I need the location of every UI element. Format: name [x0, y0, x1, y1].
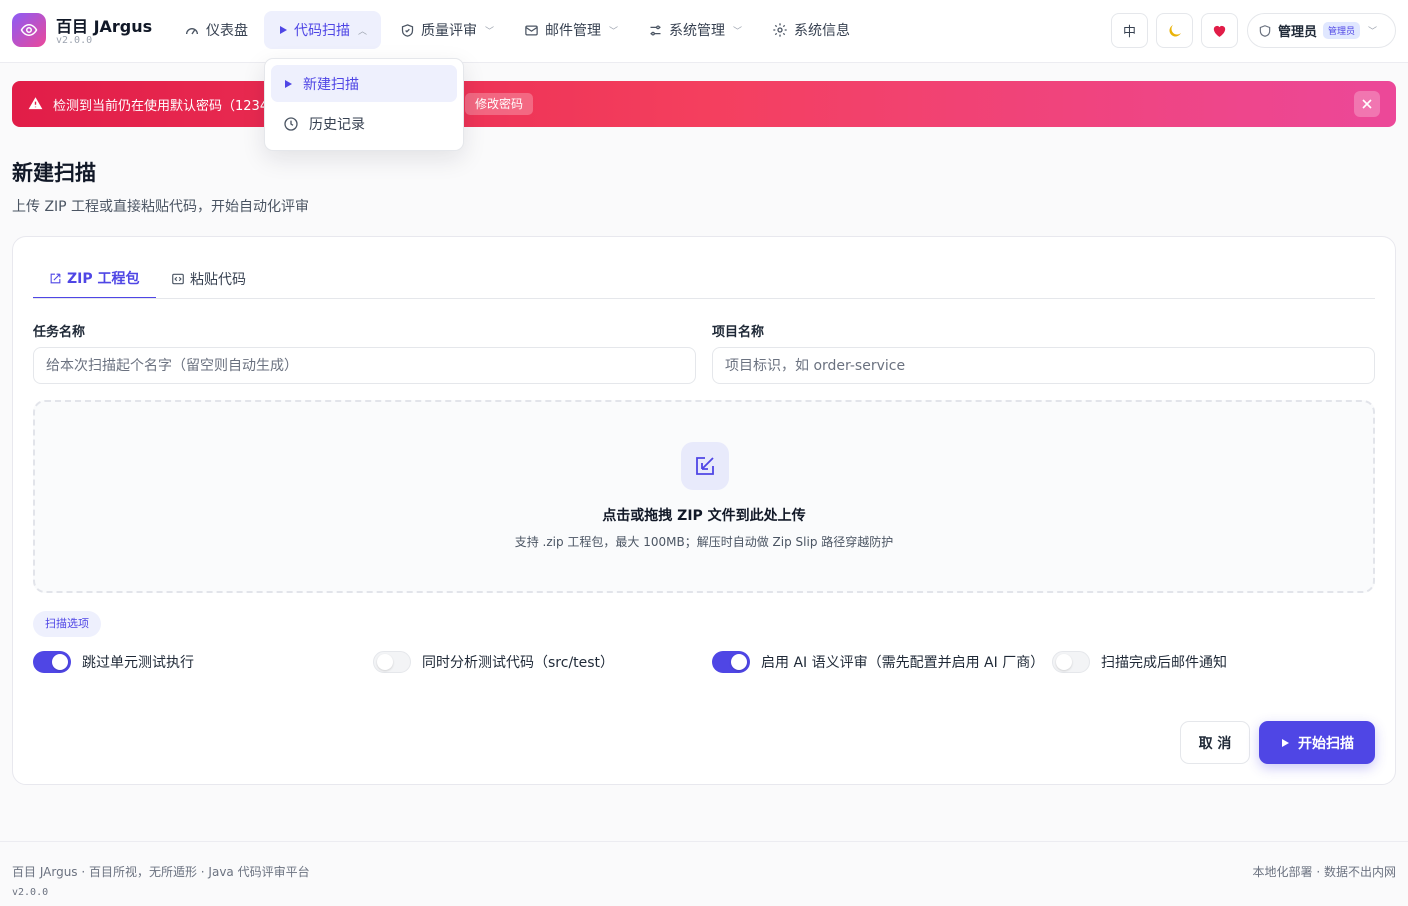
tabs-divider — [33, 298, 1375, 299]
logo-eye-icon[interactable] — [12, 13, 46, 47]
favorite-button[interactable] — [1201, 13, 1238, 48]
toggle-label: 启用 AI 语义评审（需先配置并启用 AI 厂商） — [761, 655, 1045, 671]
scan-options-badge: 扫描选项 — [33, 611, 101, 637]
alert-text: 检测到当前仍在使用默认密码（123456） — [53, 99, 265, 114]
gear-icon — [773, 23, 787, 37]
user-menu[interactable]: 管理员 管理员 ﹀ — [1247, 13, 1396, 48]
brand-version: v2.0.0 — [56, 35, 93, 46]
start-scan-label: 开始扫描 — [1298, 735, 1354, 752]
language-label: 中 — [1122, 25, 1136, 40]
nav-quality-review-label: 质量评审 — [421, 23, 477, 39]
task-name-input[interactable] — [33, 347, 696, 384]
page-title: 新建扫描 — [12, 161, 96, 185]
dropdown-item-label: 历史记录 — [309, 116, 365, 133]
nav-system-management-label: 系统管理 — [669, 23, 725, 39]
nav-dashboard-label: 仪表盘 — [206, 23, 248, 39]
gauge-icon — [186, 28, 198, 35]
task-name-label: 任务名称 — [33, 325, 86, 340]
project-name-input[interactable] — [712, 347, 1375, 384]
toggle-label: 跳过单元测试执行 — [82, 655, 194, 671]
upload-box-icon — [50, 273, 61, 283]
code-icon — [172, 273, 184, 285]
chevron-down-icon: ﹀ — [485, 26, 495, 37]
clock-icon — [284, 116, 298, 131]
toggle-ai-review[interactable]: 启用 AI 语义评审（需先配置并启用 AI 厂商） — [712, 650, 1044, 674]
sliders-icon — [650, 25, 661, 35]
tab-paste-code[interactable]: 粘贴代码 — [171, 259, 246, 299]
tab-zip-label: ZIP 工程包 — [67, 271, 140, 287]
nav-system-info-label: 系统信息 — [794, 23, 850, 39]
footer-divider — [0, 841, 1408, 842]
moon-icon — [1168, 24, 1181, 37]
mail-notify-switch[interactable] — [1052, 651, 1090, 673]
heart-icon — [1213, 25, 1226, 37]
brand-name: 百目 JArgus — [56, 17, 153, 36]
role-badge: 管理员 — [1323, 22, 1361, 39]
page-subtitle: 上传 ZIP 工程或直接粘贴代码，开始自动化评审 — [12, 199, 310, 215]
chevron-down-icon: ﹀ — [1368, 27, 1378, 37]
user-name: 管理员 — [1278, 25, 1318, 40]
code-scan-dropdown: 新建扫描 历史记录 — [264, 58, 464, 151]
toggle-analyze-tests[interactable]: 同时分析测试代码（src/test） — [373, 650, 614, 674]
footer-deploy-note: 本地化部署 · 数据不出内网 — [1252, 865, 1396, 879]
dropdown-item-new-scan[interactable]: 新建扫描 — [271, 65, 457, 102]
cancel-button[interactable]: 取 消 — [1180, 721, 1250, 764]
analyze-tests-switch[interactable] — [373, 651, 411, 673]
toggle-mail-notify[interactable]: 扫描完成后邮件通知 — [1052, 650, 1227, 674]
warning-icon — [28, 97, 43, 110]
footer-version: v2.0.0 — [12, 887, 49, 898]
toggle-label: 同时分析测试代码（src/test） — [422, 655, 615, 671]
footer-tagline: 百目 JArgus · 百目所视，无所遁形 · Java 代码评审平台 — [12, 865, 310, 879]
mail-icon — [525, 25, 538, 35]
chevron-down-icon: ﹀ — [733, 26, 743, 37]
toggle-label: 扫描完成后邮件通知 — [1101, 655, 1227, 671]
dropzone-hint: 支持 .zip 工程包，最大 100MB；解压时自动做 Zip Slip 路径穿… — [514, 535, 894, 549]
toggle-skip-tests[interactable]: 跳过单元测试执行 — [33, 650, 194, 674]
dropdown-item-label: 新建扫描 — [303, 76, 359, 93]
shield-icon — [401, 23, 414, 37]
shield-icon — [1259, 24, 1271, 37]
theme-toggle-button[interactable] — [1156, 13, 1193, 48]
nav-quality-review[interactable]: 质量评审 ﹀ — [386, 11, 508, 49]
new-scan-card: ZIP 工程包 粘贴代码 任务名称 项目名称 点击或拖拽 ZIP 文件到此处上传… — [12, 236, 1396, 785]
play-icon — [285, 79, 292, 88]
play-icon — [280, 26, 287, 34]
upload-icon — [681, 442, 729, 490]
nav-system-management[interactable]: 系统管理 ﹀ — [634, 11, 756, 49]
top-header: 百目 JArgus v2.0.0 仪表盘 代码扫描 ︿ 质量评审 ﹀ 邮件管理 … — [0, 0, 1408, 63]
nav-code-scan-label: 代码扫描 — [294, 23, 350, 39]
tab-paste-code-label: 粘贴代码 — [190, 272, 246, 288]
play-icon — [1282, 738, 1289, 747]
chevron-up-icon: ︿ — [358, 26, 368, 37]
zip-dropzone[interactable]: 点击或拖拽 ZIP 文件到此处上传 支持 .zip 工程包，最大 100MB；解… — [33, 400, 1375, 593]
change-password-button[interactable]: 修改密码 — [465, 93, 534, 115]
nav-code-scan[interactable]: 代码扫描 ︿ — [264, 11, 382, 49]
project-name-label: 项目名称 — [712, 325, 765, 340]
default-password-alert: 检测到当前仍在使用默认密码（123456） 修改密码 — [12, 81, 1396, 127]
start-scan-button[interactable]: 开始扫描 — [1259, 721, 1375, 764]
dropdown-item-history[interactable]: 历史记录 — [271, 105, 457, 142]
ai-review-switch[interactable] — [712, 651, 750, 673]
tab-zip[interactable]: ZIP 工程包 — [33, 259, 156, 299]
nav-mail-management[interactable]: 邮件管理 ﹀ — [510, 11, 632, 49]
language-button[interactable]: 中 — [1111, 13, 1148, 48]
skip-tests-switch[interactable] — [33, 651, 71, 673]
nav-dashboard[interactable]: 仪表盘 — [170, 11, 262, 49]
nav-system-info[interactable]: 系统信息 — [758, 11, 864, 49]
dropzone-title: 点击或拖拽 ZIP 文件到此处上传 — [602, 508, 806, 524]
alert-close-button[interactable] — [1354, 91, 1380, 117]
close-icon — [1362, 99, 1372, 109]
chevron-down-icon: ﹀ — [609, 26, 619, 37]
nav-mail-management-label: 邮件管理 — [545, 23, 601, 39]
